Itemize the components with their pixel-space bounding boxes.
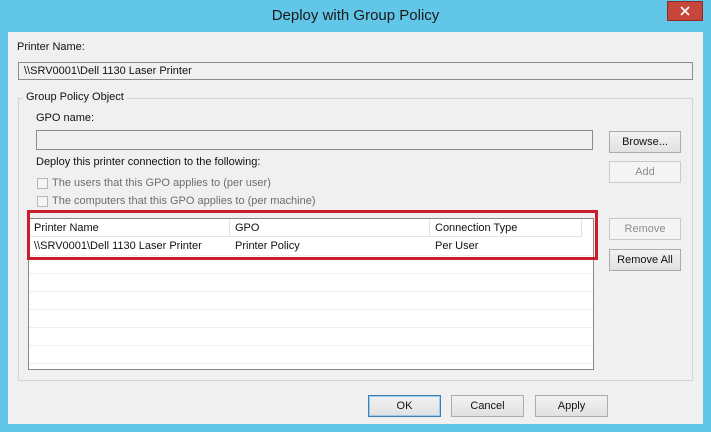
ok-button[interactable]: OK [368,395,441,417]
gpo-name-input[interactable] [36,130,593,150]
cancel-button[interactable]: Cancel [451,395,524,417]
list-grid-line [29,273,593,274]
column-header-printer-name[interactable]: Printer Name [29,219,230,237]
column-header-connection-type[interactable]: Connection Type [430,219,582,237]
cell-connection-type: Per User [435,240,479,252]
dialog-client-area: Printer Name: \\SRV0001\Dell 1130 Laser … [8,32,703,424]
table-row[interactable]: \\SRV0001\Dell 1130 Laser Printer Printe… [29,237,593,255]
printer-name-field: \\SRV0001\Dell 1130 Laser Printer [18,62,693,80]
per-user-checkbox[interactable] [37,177,48,189]
dialog-window: Deploy with Group Policy Printer Name: \… [0,0,711,432]
list-grid-line [29,291,593,292]
add-button[interactable]: Add [609,161,681,183]
column-header-gpo[interactable]: GPO [230,219,430,237]
checkbox-per-user-row[interactable]: The users that this GPO applies to (per … [37,177,271,189]
remove-all-button[interactable]: Remove All [609,249,681,271]
list-header: Printer Name GPO Connection Type [29,219,593,237]
list-grid-line [29,345,593,346]
list-grid-line [29,363,593,364]
list-grid-line [29,327,593,328]
printer-name-label: Printer Name: [17,41,85,53]
deploy-to-label: Deploy this printer connection to the fo… [36,156,261,168]
list-grid-line [29,255,593,256]
close-icon [680,6,690,16]
per-user-checkbox-label: The users that this GPO applies to (per … [52,177,271,189]
per-machine-checkbox[interactable] [37,195,48,207]
per-machine-checkbox-label: The computers that this GPO applies to (… [52,195,316,207]
deployed-printers-list[interactable]: Printer Name GPO Connection Type \\SRV00… [28,218,594,370]
gpo-groupbox-legend: Group Policy Object [23,91,127,103]
browse-button[interactable]: Browse... [609,131,681,153]
window-title: Deploy with Group Policy [271,7,440,24]
list-grid-line [29,309,593,310]
cell-printer-name: \\SRV0001\Dell 1130 Laser Printer [34,240,202,252]
cell-gpo: Printer Policy [235,240,300,252]
close-button[interactable] [667,1,703,21]
title-bar[interactable]: Deploy with Group Policy [0,0,711,32]
checkbox-per-machine-row[interactable]: The computers that this GPO applies to (… [37,195,316,207]
gpo-name-label: GPO name: [36,112,95,124]
remove-button[interactable]: Remove [609,218,681,240]
apply-button[interactable]: Apply [535,395,608,417]
